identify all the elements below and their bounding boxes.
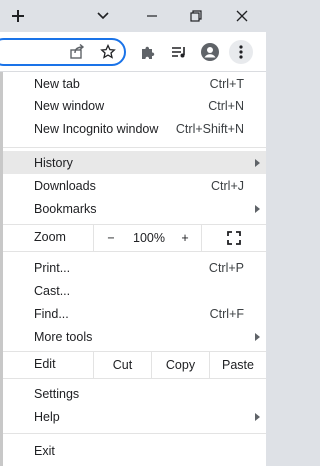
menu-item-shortcut: Ctrl+N (208, 98, 244, 113)
chrome-menu-button[interactable] (229, 40, 253, 64)
submenu-arrow-icon (255, 204, 260, 213)
zoom-out-button[interactable]: − (94, 225, 128, 251)
share-button[interactable] (65, 40, 89, 64)
avatar-icon (201, 43, 219, 61)
restore-button[interactable] (182, 0, 210, 32)
menu-item-shortcut: Ctrl+F (209, 306, 244, 321)
close-icon (236, 10, 248, 22)
menu-item-more-tools[interactable]: More tools (3, 325, 266, 348)
menu-item-label: More tools (34, 329, 93, 344)
new-tab-button[interactable] (4, 0, 32, 32)
menu-item-shortcut: Ctrl+P (208, 260, 244, 275)
menu-item-label: New tab (34, 76, 80, 91)
menu-separator (3, 378, 266, 379)
menu-separator (3, 147, 266, 148)
media-controls-button[interactable] (167, 40, 191, 64)
menu-item-label: Cast... (34, 283, 71, 298)
fullscreen-button[interactable] (202, 225, 266, 251)
copy-label: Copy (165, 358, 196, 372)
media-queue-icon (172, 47, 185, 58)
submenu-arrow-icon (255, 332, 260, 341)
menu-item-label: Help (34, 409, 60, 424)
menu-item-downloads[interactable]: Downloads Ctrl+J (3, 174, 266, 197)
profile-button[interactable] (198, 40, 222, 64)
menu-item-shortcut: Ctrl+J (211, 178, 244, 193)
menu-item-settings[interactable]: Settings (3, 382, 266, 405)
zoom-in-label: + (181, 231, 189, 245)
browser-toolbar (0, 32, 266, 72)
fullscreen-icon (227, 231, 241, 245)
chrome-main-menu: New tab Ctrl+T New window Ctrl+N New Inc… (0, 72, 266, 466)
menu-item-label: Bookmarks (34, 201, 97, 216)
menu-separator (3, 433, 266, 434)
menu-item-find[interactable]: Find... Ctrl+F (3, 302, 266, 325)
zoom-out-label: − (107, 231, 115, 245)
submenu-arrow-icon (255, 158, 260, 167)
puzzle-icon (142, 46, 155, 59)
menu-item-label: Settings (34, 386, 80, 401)
menu-item-history[interactable]: History (3, 151, 266, 174)
submenu-arrow-icon (255, 412, 260, 421)
menu-item-new-tab[interactable]: New tab Ctrl+T (3, 72, 266, 95)
zoom-row: Zoom − 100% + (3, 225, 266, 251)
menu-item-new-window[interactable]: New window Ctrl+N (3, 94, 266, 117)
minimize-button[interactable] (138, 0, 166, 32)
menu-item-cast[interactable]: Cast... (3, 279, 266, 302)
cut-button[interactable]: Cut (94, 352, 151, 378)
menu-item-label: Downloads (34, 178, 96, 193)
tab-search-button[interactable] (89, 0, 117, 32)
cut-label: Cut (112, 358, 133, 372)
menu-item-label: History (34, 155, 73, 170)
menu-item-shortcut: Ctrl+Shift+N (175, 121, 244, 136)
bookmark-star-button[interactable] (96, 40, 120, 64)
star-icon (100, 44, 116, 59)
menu-item-bookmarks[interactable]: Bookmarks (3, 197, 266, 220)
menu-item-print[interactable]: Print... Ctrl+P (3, 256, 266, 279)
paste-button[interactable]: Paste (210, 352, 266, 378)
menu-item-new-incognito-window[interactable]: New Incognito window Ctrl+Shift+N (3, 117, 266, 140)
menu-item-label: New window (34, 98, 105, 113)
restore-icon (190, 10, 202, 22)
menu-item-label: New Incognito window (34, 121, 159, 136)
title-bar (0, 0, 266, 32)
menu-item-label: Exit (34, 443, 55, 458)
zoom-value: 100% (133, 231, 165, 245)
menu-item-shortcut: Ctrl+T (209, 76, 244, 91)
close-window-button[interactable] (228, 0, 256, 32)
kebab-menu-icon (239, 45, 243, 59)
minimize-icon (147, 15, 157, 17)
share-icon (70, 44, 85, 59)
menu-item-label: Find... (34, 306, 69, 321)
copy-button[interactable]: Copy (152, 352, 209, 378)
chevron-down-icon (97, 12, 109, 20)
plus-icon (12, 10, 24, 22)
zoom-label: Zoom (34, 230, 66, 244)
zoom-level: 100% (128, 225, 170, 251)
address-bar[interactable] (0, 38, 126, 66)
menu-separator (3, 251, 266, 252)
zoom-in-button[interactable]: + (170, 225, 200, 251)
edit-row: Edit Cut Copy Paste (3, 352, 266, 378)
edit-label: Edit (34, 357, 56, 371)
extensions-button[interactable] (136, 40, 160, 64)
menu-item-exit[interactable]: Exit (3, 439, 266, 462)
menu-item-help[interactable]: Help (3, 405, 266, 428)
menu-item-label: Print... (34, 260, 71, 275)
paste-label: Paste (222, 358, 254, 372)
